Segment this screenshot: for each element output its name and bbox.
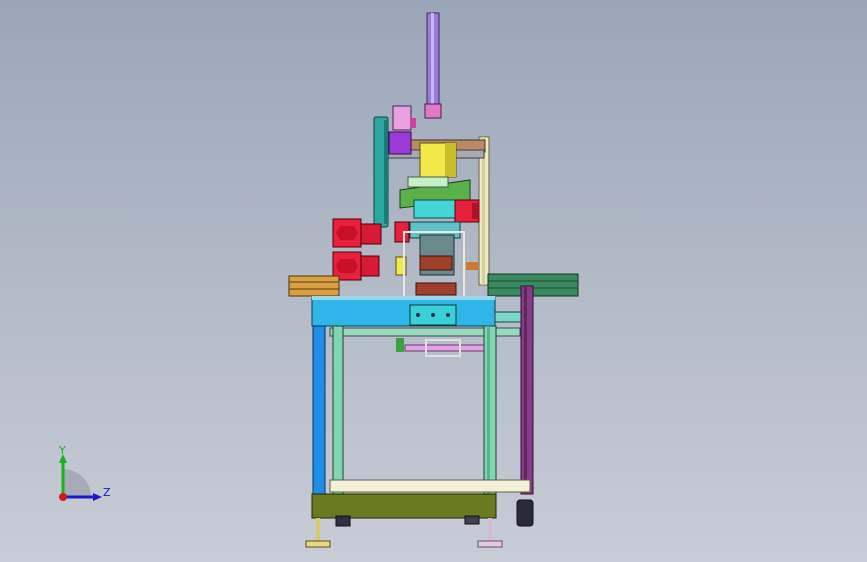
caster-right-front	[464, 515, 480, 525]
foot-left-stem	[316, 518, 320, 542]
coordinate-triad: Y Z	[40, 438, 120, 518]
z-axis-arrow	[93, 493, 102, 501]
triad-arc	[63, 469, 91, 497]
table-top-edge	[312, 296, 495, 300]
foot-right-pad	[477, 540, 503, 548]
motor-lower-face	[336, 259, 358, 273]
bottom-beam-white	[329, 479, 531, 493]
table-right-extension	[494, 311, 524, 323]
magenta-cylinder-top	[392, 105, 412, 131]
cyan-carriage	[413, 199, 457, 219]
z-axis-label: Z	[103, 486, 111, 499]
rear-leg-inner	[524, 286, 527, 494]
left-side-rail	[288, 275, 340, 297]
light-green-plate	[407, 176, 449, 188]
caster-left	[335, 515, 351, 527]
rear-post-right-inner	[482, 137, 485, 285]
brown-roller-lower	[415, 282, 457, 296]
orange-pin	[466, 262, 478, 270]
motor-upper-face	[336, 226, 358, 240]
table-top	[311, 297, 496, 327]
left-leg-blue	[312, 325, 326, 495]
left-inner-leg	[332, 325, 344, 495]
plate-bolt-3	[446, 313, 450, 317]
purple-block	[388, 131, 412, 155]
machine-assembly-model[interactable]	[0, 0, 867, 562]
cad-viewport[interactable]: Y Z	[0, 0, 867, 562]
column-inner-stripe	[431, 13, 434, 108]
base-plate-olive	[311, 493, 497, 519]
y-axis-label: Y	[58, 444, 66, 457]
caster-rear	[516, 499, 534, 527]
lower-green-nozzle	[396, 338, 404, 352]
x-axis-dot	[59, 493, 67, 501]
brown-roller	[419, 255, 453, 271]
motor-right-face	[472, 203, 479, 219]
motor-upper-body	[360, 223, 382, 245]
lower-slide-bar	[404, 344, 486, 352]
magenta-bracket	[410, 118, 416, 128]
right-leg-inner-stripe	[487, 326, 490, 494]
motor-lower-body	[360, 255, 380, 277]
yellow-cylinder-shade	[445, 143, 456, 177]
foot-left-pad	[305, 540, 331, 548]
plate-bolt-2	[431, 313, 435, 317]
triad-graphic: Y Z	[58, 444, 111, 501]
column-collar	[424, 103, 442, 119]
foot-right-stem	[488, 518, 492, 542]
left-teal-panel-shade	[384, 120, 388, 224]
plate-bolt-1	[416, 313, 420, 317]
